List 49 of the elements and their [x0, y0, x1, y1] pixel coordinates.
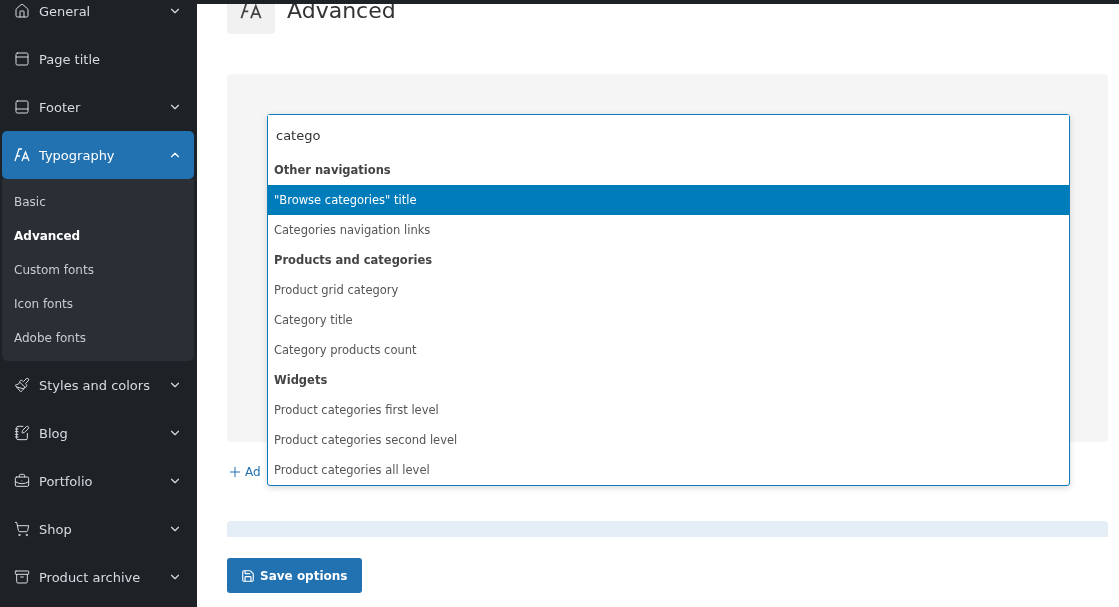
notebook-icon: [14, 425, 30, 441]
sidebar-label: Product archive: [39, 569, 142, 585]
sidebar-label: Page title: [39, 51, 102, 67]
option-group-heading: Other navigations: [273, 162, 392, 179]
option-group-heading: Widgets: [273, 372, 329, 389]
sidebar-item[interactable]: Shop: [2, 505, 194, 553]
brush-icon: [14, 377, 30, 393]
sidebar-label: Shop: [39, 521, 73, 537]
submenu-item[interactable]: Custom fonts: [2, 253, 194, 287]
submenu-item[interactable]: Adobe fonts: [2, 321, 194, 355]
sidebar-label: Styles and colors: [39, 377, 151, 393]
page-title: Advanced: [287, 0, 396, 23]
dropdown-option[interactable]: Product categories second level: [268, 425, 1069, 455]
sidebar-item[interactable]: Footer: [2, 83, 194, 131]
submenu-item[interactable]: Advanced: [2, 219, 194, 253]
dropdown-option[interactable]: Product grid category: [268, 275, 1069, 305]
dropdown-option[interactable]: "Browse categories" title: [268, 185, 1069, 215]
sidebar-item[interactable]: Styles and colors: [2, 361, 194, 409]
sidebar-label: Typography: [39, 147, 116, 163]
sidebar-item[interactable]: General: [2, 0, 194, 35]
plus-icon: [227, 464, 243, 480]
sidebar-label: Blog: [39, 425, 69, 441]
dropdown-option[interactable]: Product categories all level: [268, 455, 1069, 485]
archive-icon: [14, 569, 30, 585]
panel-icon: [14, 99, 30, 115]
sidebar-item[interactable]: Product archive: [2, 553, 194, 601]
dropdown-option[interactable]: Category products count: [268, 335, 1069, 365]
sidebar-label: Footer: [39, 99, 82, 115]
dropdown-option[interactable]: Categories navigation links: [268, 215, 1069, 245]
briefcase-icon: [14, 473, 30, 489]
sidebar-item[interactable]: Portfolio: [2, 457, 194, 505]
home-icon: [14, 3, 30, 19]
typography-icon: [14, 147, 30, 163]
submenu-item[interactable]: Basic: [2, 185, 194, 219]
add-link[interactable]: Ad: [227, 464, 261, 480]
search-field[interactable]: catego: [268, 115, 1069, 155]
sidebar-item[interactable]: Page title: [2, 35, 194, 83]
option-group-heading: Products and categories: [273, 252, 434, 269]
window-icon: [14, 51, 30, 67]
sidebar-item[interactable]: Blog: [2, 409, 194, 457]
dropdown-option[interactable]: Category title: [268, 305, 1069, 335]
dropdown-option[interactable]: Product categories first level: [268, 395, 1069, 425]
sidebar-label: Portfolio: [39, 473, 94, 489]
sidebar-label: General: [39, 3, 92, 19]
submenu-item[interactable]: Icon fonts: [2, 287, 194, 321]
save-icon: [241, 568, 255, 583]
cart-icon: [14, 521, 30, 537]
save-button[interactable]: Save options: [227, 558, 362, 593]
sidebar-item[interactable]: Typography: [2, 131, 194, 179]
